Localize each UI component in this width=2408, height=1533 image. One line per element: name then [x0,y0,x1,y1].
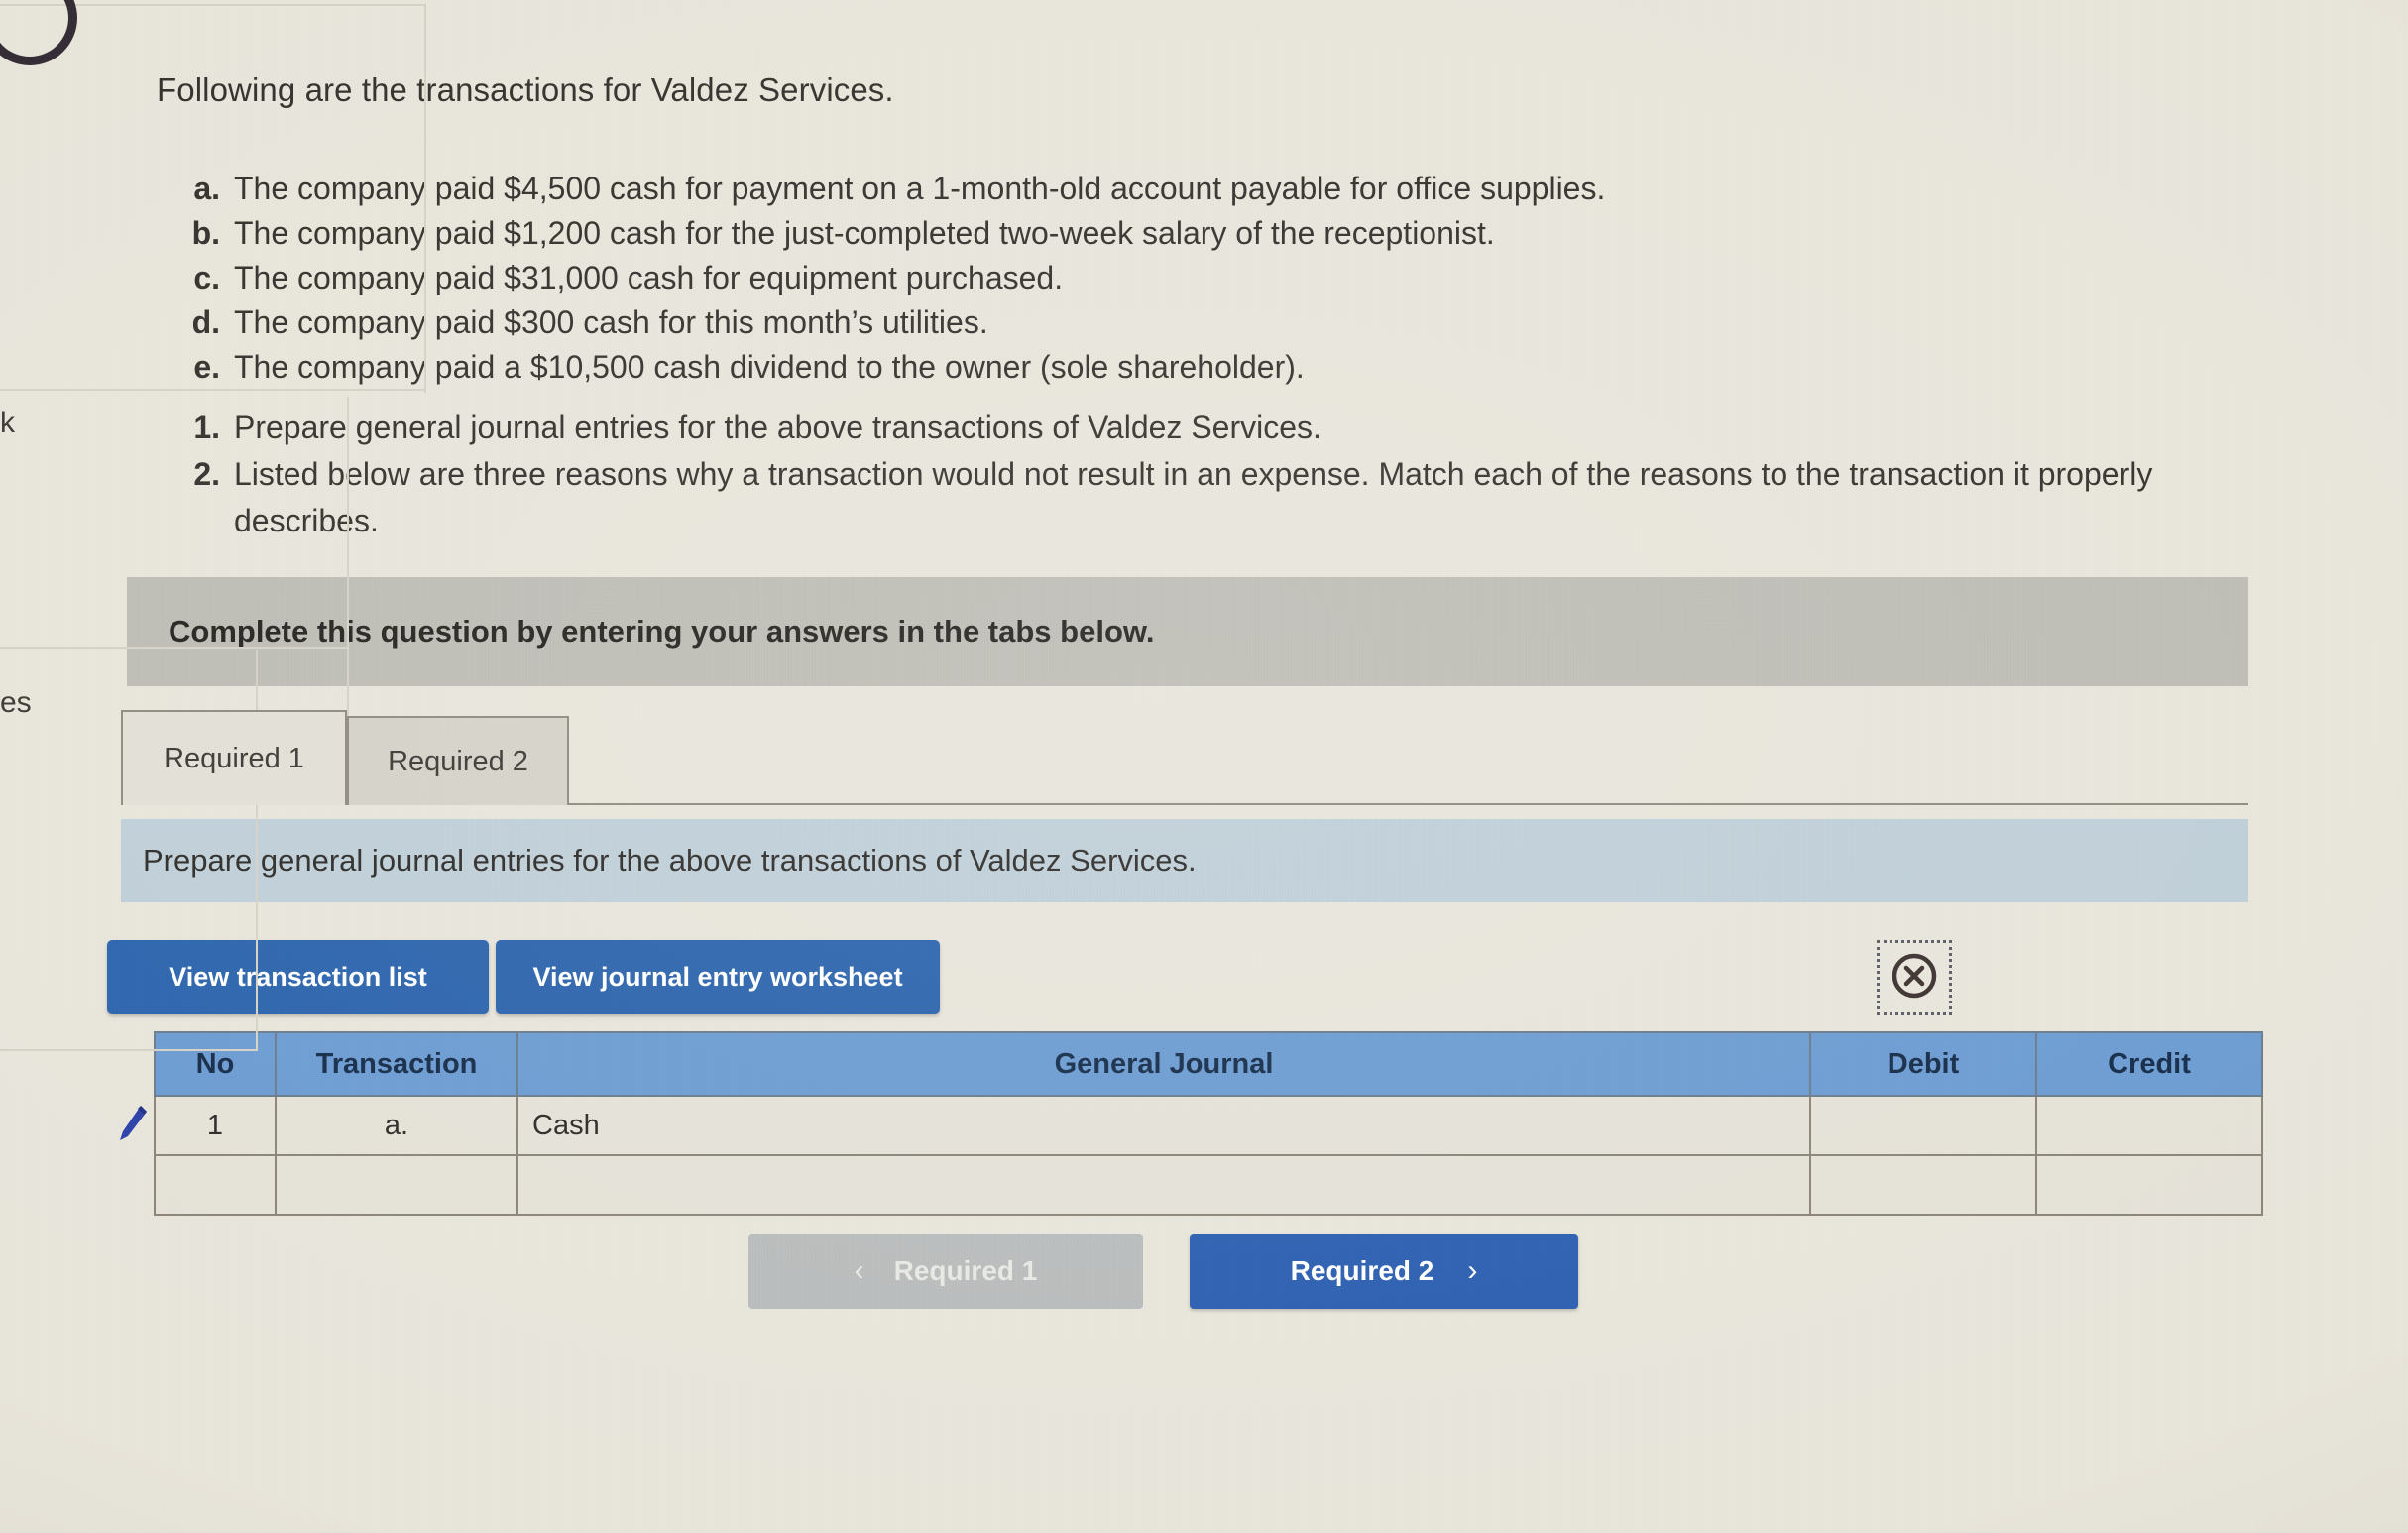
circled-x-icon [1888,949,1941,1007]
cell-transaction[interactable] [275,1154,518,1216]
table-row: 1 a. Cash [154,1095,2263,1156]
column-header-debit[interactable]: Debit [1809,1031,2037,1097]
cell-general-journal[interactable] [516,1154,1811,1216]
transactions-list: a. The company paid $4,500 cash for paym… [176,167,2060,390]
cell-transaction[interactable]: a. [275,1095,518,1156]
requirement-text: Prepare general journal entries for the … [234,410,1321,445]
sub-instruction-bar: Prepare general journal entries for the … [121,819,2248,902]
column-header-general-journal[interactable]: General Journal [516,1031,1811,1097]
row-edit-pencil-icon[interactable] [111,1097,155,1150]
partial-text-k: k [0,407,15,439]
list-item-marker: a. [193,171,220,206]
requirement-marker: 2. [193,456,220,492]
view-transaction-list-label: View transaction list [169,962,427,992]
cell-no[interactable] [154,1154,277,1216]
list-item-marker: b. [191,215,220,251]
requirement-text: Listed below are three reasons why a tra… [234,456,2153,538]
nav-next-label: Required 2 [1290,1255,1434,1286]
edge-divider [347,397,349,734]
cell-credit[interactable] [2035,1154,2263,1216]
complete-question-banner: Complete this question by entering your … [127,577,2248,686]
list-item-text: The company paid a $10,500 cash dividend… [234,349,1305,385]
column-header-transaction[interactable]: Transaction [275,1031,518,1097]
list-item: a. The company paid $4,500 cash for paym… [176,167,2060,211]
list-item-text: The company paid $1,200 cash for the jus… [234,215,1495,251]
list-item: e. The company paid a $10,500 cash divid… [176,345,2060,390]
list-item-marker: c. [193,260,220,295]
view-transaction-list-button[interactable]: View transaction list [107,940,489,1014]
requirement-marker: 1. [193,410,220,445]
sub-instruction-text: Prepare general journal entries for the … [143,843,1197,878]
list-item-text: The company paid $300 cash for this mont… [234,304,988,340]
partial-o-glyph-icon [0,0,77,65]
tab-required-2-label: Required 2 [388,745,528,777]
list-item-text: The company paid $4,500 cash for payment… [234,171,1606,206]
edge-divider [0,1049,258,1051]
chevron-right-icon: › [1467,1254,1478,1287]
requirement-item: 2. Listed below are three reasons why a … [176,451,2288,544]
tab-required-2[interactable]: Required 2 [347,716,569,805]
cell-debit[interactable] [1809,1095,2037,1156]
edge-divider [424,4,426,393]
list-item-marker: d. [191,304,220,340]
cell-credit[interactable] [2035,1095,2263,1156]
journal-entry-table: No Transaction General Journal Debit Cre… [154,1031,2263,1216]
broken-image-placeholder [1877,940,1952,1015]
cell-general-journal[interactable]: Cash [516,1095,1811,1156]
list-item: d. The company paid $300 cash for this m… [176,300,2060,345]
list-item-text: The company paid $31,000 cash for equipm… [234,260,1064,295]
edge-divider [0,389,426,391]
requirements-list: 1. Prepare general journal entries for t… [176,405,2288,544]
partial-text-es: es [0,686,32,719]
complete-question-banner-text: Complete this question by entering your … [169,614,1155,649]
cell-debit[interactable] [1809,1154,2037,1216]
list-item: b. The company paid $1,200 cash for the … [176,211,2060,256]
nav-prev-required-1-button[interactable]: ‹ Required 1 [748,1234,1143,1309]
view-journal-entry-worksheet-button[interactable]: View journal entry worksheet [496,940,940,1014]
screen-content: k es Following are the transactions for … [0,0,2408,1533]
tab-required-1[interactable]: Required 1 [121,710,347,805]
chevron-left-icon: ‹ [854,1254,864,1287]
edge-divider [0,647,349,649]
nav-prev-label: Required 1 [893,1255,1038,1286]
intro-paragraph: Following are the transactions for Valde… [157,71,894,108]
list-item: c. The company paid $31,000 cash for equ… [176,256,2060,300]
table-header-row: No Transaction General Journal Debit Cre… [154,1031,2263,1097]
tab-required-1-label: Required 1 [164,742,304,774]
journal-entry-table-container: No Transaction General Journal Debit Cre… [154,1031,2263,1216]
nav-next-required-2-button[interactable]: Required 2 › [1190,1234,1578,1309]
column-header-credit[interactable]: Credit [2035,1031,2263,1097]
cell-no[interactable]: 1 [154,1095,277,1156]
requirement-item: 1. Prepare general journal entries for t… [176,405,2288,451]
table-row [154,1154,2263,1216]
list-item-marker: e. [193,349,220,385]
view-journal-entry-worksheet-label: View journal entry worksheet [532,962,903,992]
